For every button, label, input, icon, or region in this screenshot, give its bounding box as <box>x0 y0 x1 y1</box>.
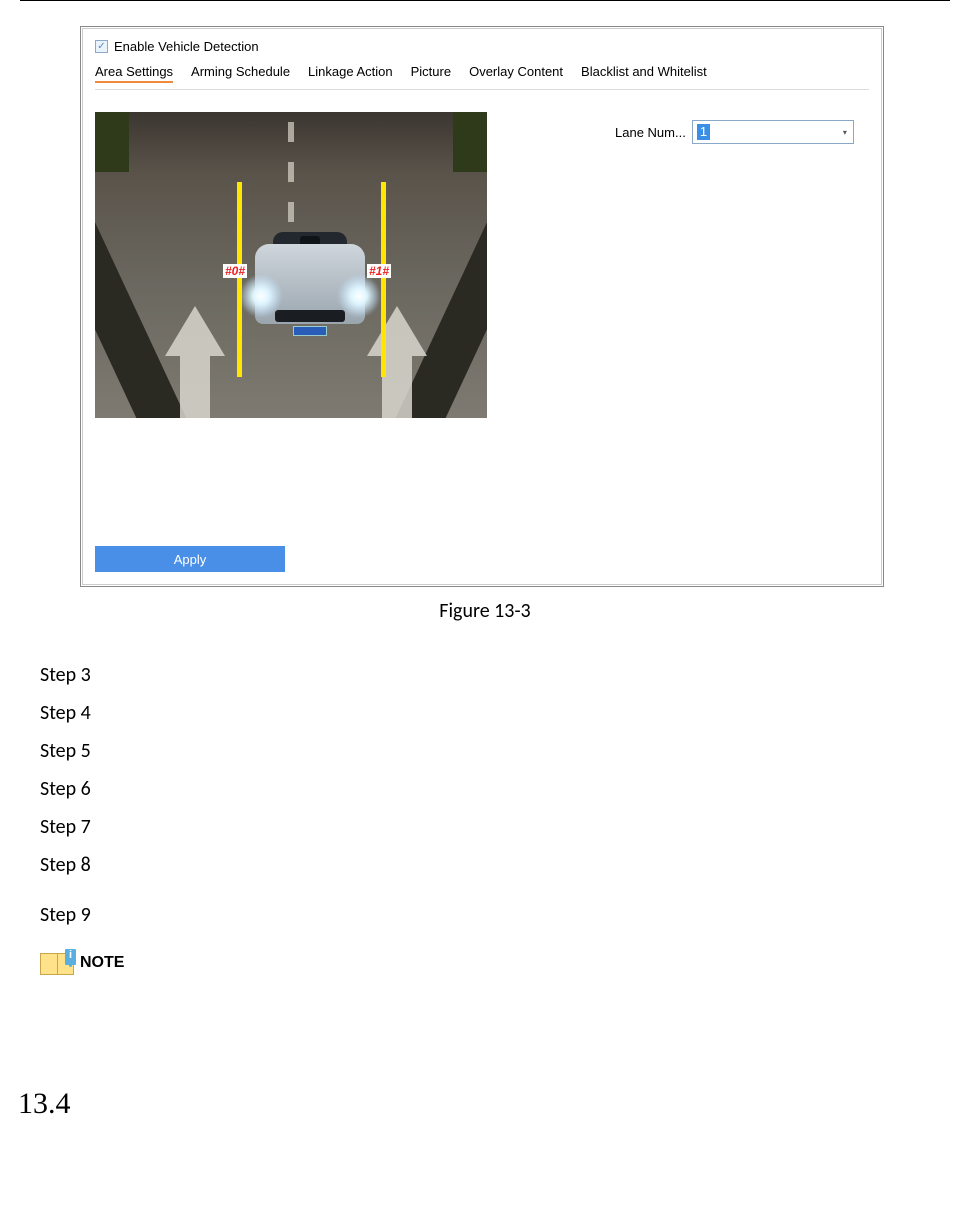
lane-number-select[interactable]: 1 ▾ <box>692 120 854 144</box>
tab-blacklist-whitelist[interactable]: Blacklist and Whitelist <box>581 64 707 83</box>
step-item: Step 7 <box>40 815 970 839</box>
lane-number-label: Lane Num... <box>615 125 686 140</box>
road-arrow-icon <box>155 306 235 418</box>
tab-arming-schedule[interactable]: Arming Schedule <box>191 64 290 83</box>
camera-preview[interactable]: #0# #1# <box>95 112 487 418</box>
vehicle-icon <box>245 232 375 342</box>
lane-label-1: #1# <box>367 264 391 278</box>
lane-label-0: #0# <box>223 264 247 278</box>
tab-linkage-action[interactable]: Linkage Action <box>308 64 393 83</box>
step-item: Step 4 <box>40 701 970 725</box>
apply-button[interactable]: Apply <box>95 546 285 572</box>
lane-number-value: 1 <box>697 124 710 140</box>
steps-list: Step 3 Step 4 Step 5 Step 6 Step 7 Step … <box>40 663 970 927</box>
enable-vehicle-detection-label: Enable Vehicle Detection <box>114 39 259 54</box>
note-icon: i <box>40 949 78 977</box>
step-item: Step 3 <box>40 663 970 687</box>
lane-line-1[interactable] <box>381 182 386 377</box>
step-item: Step 6 <box>40 777 970 801</box>
tab-overlay-content[interactable]: Overlay Content <box>469 64 563 83</box>
note-label: NOTE <box>80 954 124 972</box>
enable-vehicle-detection-checkbox[interactable]: ✓ <box>95 40 108 53</box>
chevron-down-icon: ▾ <box>843 128 847 137</box>
step-item: Step 9 <box>40 903 970 927</box>
tab-picture[interactable]: Picture <box>411 64 451 83</box>
lane-line-0[interactable] <box>237 182 242 377</box>
tab-bar: Area Settings Arming Schedule Linkage Ac… <box>95 64 869 90</box>
settings-panel: ✓ Enable Vehicle Detection Area Settings… <box>80 26 884 587</box>
tab-area-settings[interactable]: Area Settings <box>95 64 173 83</box>
section-number: 13.4 <box>18 1087 970 1121</box>
figure-caption: Figure 13-3 <box>0 599 970 623</box>
step-item: Step 5 <box>40 739 970 763</box>
step-item: Step 8 <box>40 853 970 877</box>
